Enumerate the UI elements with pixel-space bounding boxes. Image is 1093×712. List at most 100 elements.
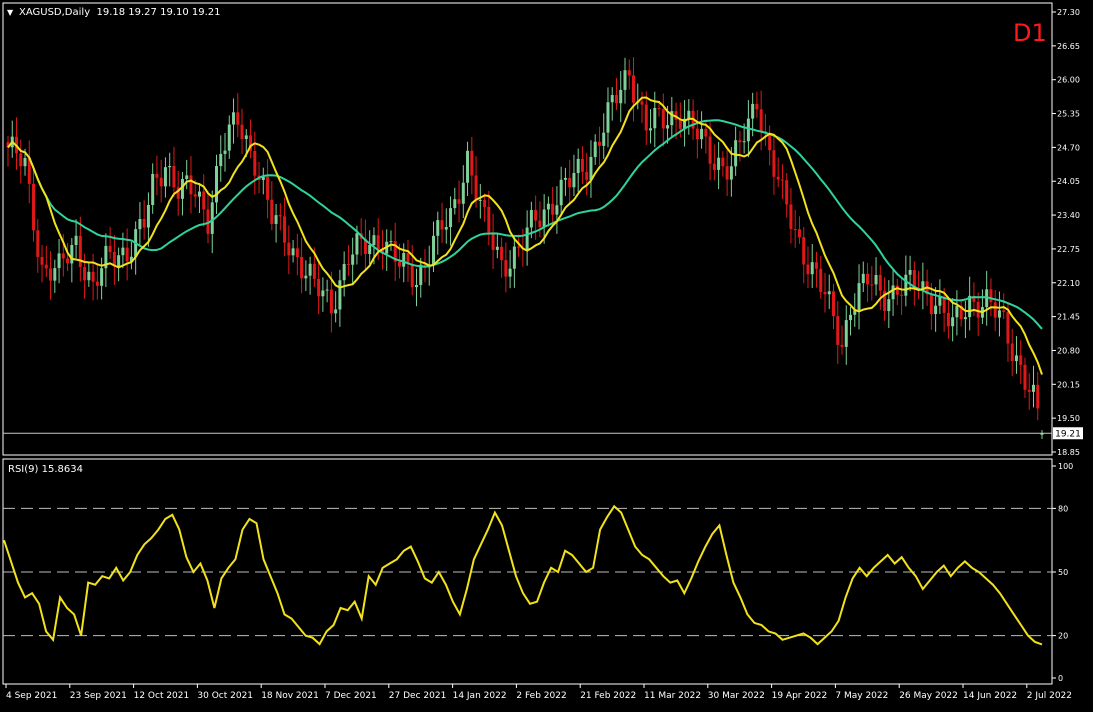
candle-body <box>644 104 648 131</box>
candle-body <box>500 246 504 261</box>
candle-body <box>100 268 104 286</box>
candle-body <box>244 135 248 139</box>
candle-body <box>266 176 270 200</box>
candle-body <box>904 274 908 296</box>
candle-body <box>466 150 470 183</box>
candle-body <box>83 267 87 281</box>
candle-body <box>495 246 499 250</box>
candle-body <box>346 264 350 266</box>
candle-body <box>53 268 57 281</box>
candle-body <box>504 260 508 277</box>
candle-body <box>525 227 529 250</box>
date-tick-label: 23 Sep 2021 <box>70 691 127 701</box>
date-tick-label: 7 Dec 2021 <box>325 691 377 701</box>
candle-body <box>840 344 844 347</box>
price-tick-label: 20.80 <box>1057 346 1080 355</box>
candle-body <box>653 108 657 129</box>
candle-body <box>1023 364 1027 390</box>
candle-body <box>440 220 444 230</box>
date-tick-label: 2 Jul 2022 <box>1027 691 1072 701</box>
candle-body <box>210 202 214 234</box>
candle-body <box>334 309 338 314</box>
candle-body <box>368 244 372 255</box>
price-tick-label: 27.30 <box>1057 8 1080 17</box>
candle-body <box>163 167 167 187</box>
candle-body <box>785 180 789 205</box>
candle-body <box>36 230 40 257</box>
candle-body <box>57 253 61 269</box>
candle-body <box>321 290 325 297</box>
candle-body <box>1036 384 1040 409</box>
candle-body <box>419 264 423 285</box>
candle-body <box>108 245 112 252</box>
rsi-tick-label: 50 <box>1058 568 1068 577</box>
candle-body <box>802 237 806 265</box>
candle-body <box>649 128 653 131</box>
candle-body <box>32 183 36 231</box>
candle-body <box>197 191 201 197</box>
candle-body <box>874 275 878 285</box>
candle-body <box>823 291 827 295</box>
candle-body <box>49 268 53 281</box>
rsi-tick-label: 100 <box>1058 462 1073 471</box>
candle-body <box>117 255 121 267</box>
candle-body <box>708 136 712 164</box>
candle-body <box>291 248 295 256</box>
rsi-header: RSI(9) 15.8634 <box>8 464 83 475</box>
candle-body <box>546 203 550 210</box>
candle-body <box>793 229 797 231</box>
candle-body <box>721 157 725 167</box>
candle-body <box>597 141 601 146</box>
candle-body <box>397 261 401 267</box>
candle-body <box>95 281 99 286</box>
candle-body <box>989 289 993 303</box>
candle-body <box>814 262 818 269</box>
candle-body <box>529 210 533 228</box>
candle-body <box>151 173 155 205</box>
candle-body <box>300 257 304 279</box>
candle-body <box>138 218 142 230</box>
rsi-tick-label: 20 <box>1058 632 1068 641</box>
candle-body <box>772 150 776 177</box>
candle-body <box>125 247 129 262</box>
price-tick-label: 26.00 <box>1057 76 1080 85</box>
candle-body <box>585 171 589 180</box>
candle-body <box>849 314 853 321</box>
candle-body <box>317 278 321 297</box>
candle-body <box>487 206 491 233</box>
candle-body <box>891 285 895 300</box>
candle-body <box>746 118 750 142</box>
candle-body <box>759 109 763 132</box>
candle-body <box>78 235 82 268</box>
date-tick-label: 4 Sep 2021 <box>6 691 57 701</box>
candle-body <box>193 194 197 197</box>
candle-body <box>717 157 721 170</box>
candle-body <box>270 199 274 224</box>
current-price-label: 19.21 <box>1055 429 1081 439</box>
date-axis: 4 Sep 2021 23 Sep 2021 12 Oct 2021 30 Oct 2… <box>5 684 1072 701</box>
date-tick-label: 18 Nov 2021 <box>261 691 319 701</box>
candle-body <box>908 270 912 275</box>
candle-body <box>66 258 70 264</box>
candle-body <box>274 215 278 224</box>
candle-body <box>155 173 159 178</box>
price-tick-label: 20.15 <box>1057 380 1080 389</box>
price-axis: 27.30 26.65 26.00 25.35 24.70 24.05 23.40 22.75… <box>1052 8 1080 457</box>
candle-body <box>729 166 733 180</box>
price-tick-label: 24.05 <box>1057 177 1080 186</box>
candle-body <box>159 177 163 187</box>
candle-body <box>755 103 759 110</box>
candle-body <box>1027 389 1031 392</box>
candle-body <box>934 305 938 315</box>
candle-body <box>61 253 65 259</box>
candle-body <box>432 235 436 265</box>
candle-body <box>955 305 959 318</box>
candle-body <box>700 128 704 140</box>
candle-body <box>789 204 793 230</box>
candle-body <box>202 191 206 210</box>
candle-body <box>1006 312 1010 344</box>
candle-body <box>593 141 597 157</box>
chart-dropdown-icon[interactable]: ▼ <box>7 8 14 17</box>
candle-body <box>223 150 227 154</box>
candle-body <box>946 312 950 327</box>
